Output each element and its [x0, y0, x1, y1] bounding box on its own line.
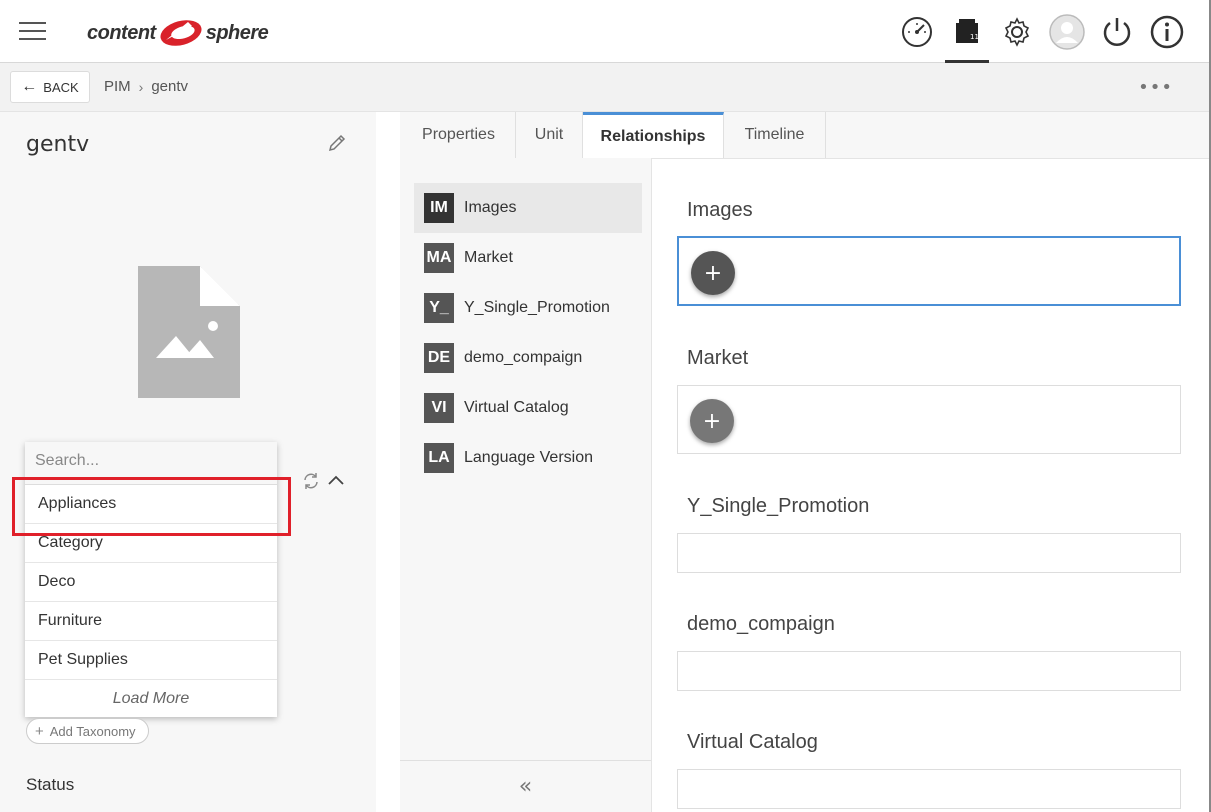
relationship-label: Y_Single_Promotion [464, 299, 610, 316]
top-bar: content sphere 11 [0, 0, 1211, 63]
edit-pencil-icon[interactable] [326, 132, 348, 154]
product-box-badge: 11 [970, 33, 979, 41]
add-taxonomy-label: Add Taxonomy [49, 723, 136, 739]
taxonomy-option-furniture[interactable]: Furniture [25, 602, 277, 641]
tab-timeline[interactable]: Timeline [724, 112, 826, 158]
relationship-item-market[interactable]: MA Market [414, 233, 642, 283]
image-placeholder-icon [138, 266, 240, 398]
arrow-left-icon: ← [21, 78, 38, 95]
settings-gear-icon[interactable] [995, 10, 1039, 54]
images-dropzone[interactable]: + [677, 236, 1181, 306]
tab-unit[interactable]: Unit [516, 112, 583, 158]
relationship-item-language-version[interactable]: LA Language Version [414, 433, 642, 483]
contentsphere-logo[interactable]: content sphere [87, 15, 269, 51]
logo-mark-icon [160, 20, 202, 46]
tab-relationships[interactable]: Relationships [583, 112, 724, 158]
back-button-label: BACK [43, 79, 79, 95]
status-label: Status [26, 775, 75, 794]
taxonomy-option-pet-supplies[interactable]: Pet Supplies [25, 641, 277, 680]
breadcrumb: PIM › gentv [104, 78, 188, 95]
section-title-virtual-catalog: Virtual Catalog [687, 731, 818, 753]
relationship-item-y-single-promotion[interactable]: Y_ Y_Single_Promotion [414, 283, 642, 333]
item-title: gentv [26, 132, 90, 157]
hamburger-menu-icon[interactable] [19, 22, 46, 42]
market-dropzone[interactable]: + [677, 385, 1181, 454]
user-avatar-icon[interactable] [1045, 10, 1089, 54]
relationship-item-virtual-catalog[interactable]: VI Virtual Catalog [414, 383, 642, 433]
taxonomy-option-appliances[interactable]: Appliances [25, 485, 277, 524]
breadcrumb-bar: ← BACK PIM › gentv ••• [0, 63, 1211, 112]
taxonomy-search-box [25, 442, 277, 485]
section-title-demo-compaign: demo_compaign [687, 613, 835, 635]
tab-bar: Properties Unit Relationships Timeline [400, 112, 1211, 158]
taxonomy-search-input[interactable] [35, 452, 265, 470]
add-image-button[interactable]: + [691, 251, 735, 295]
product-box-icon[interactable]: 11 [945, 10, 989, 63]
add-market-button[interactable]: + [690, 399, 734, 443]
collapse-panel-icon[interactable]: « [400, 760, 651, 812]
relationship-label: Virtual Catalog [464, 399, 569, 416]
taxonomy-option-category[interactable]: Category [25, 524, 277, 563]
info-icon[interactable] [1145, 10, 1189, 54]
more-options-icon[interactable]: ••• [1138, 77, 1173, 98]
relationship-badge: Y_ [424, 293, 454, 323]
relationship-label: Market [464, 249, 513, 266]
relationship-content: Images + Market + Y_Single_Promotion dem… [652, 158, 1211, 812]
plus-icon: + [35, 722, 44, 740]
relationship-badge: LA [424, 443, 454, 473]
dashboard-icon[interactable] [895, 10, 939, 54]
logo-text-right: sphere [205, 21, 269, 44]
relationship-badge: IM [424, 193, 454, 223]
power-icon[interactable] [1095, 10, 1139, 54]
relationship-badge: MA [424, 243, 454, 273]
relationship-label: Language Version [464, 449, 593, 466]
section-title-images: Images [687, 199, 753, 221]
top-icon-group: 11 [889, 10, 1189, 63]
relationship-label: Images [464, 199, 517, 216]
refresh-icon[interactable] [302, 472, 320, 490]
relationship-list: IM Images MA Market Y_ Y_Single_Promotio… [400, 158, 652, 812]
relationship-badge: VI [424, 393, 454, 423]
section-title-market: Market [687, 347, 749, 369]
tab-properties[interactable]: Properties [402, 112, 516, 158]
breadcrumb-pim[interactable]: PIM [104, 78, 131, 95]
demo-compaign-field[interactable] [677, 651, 1181, 691]
item-detail-panel: gentv Appliances Category Deco Furniture… [0, 112, 376, 812]
back-button[interactable]: ← BACK [10, 71, 90, 103]
add-taxonomy-button[interactable]: + Add Taxonomy [26, 718, 149, 744]
taxonomy-option-list: Appliances Category Deco Furniture Pet S… [25, 485, 277, 680]
chevron-up-icon[interactable] [327, 472, 345, 490]
taxonomy-option-deco[interactable]: Deco [25, 563, 277, 602]
load-more-button[interactable]: Load More [25, 680, 277, 718]
relationship-item-demo-compaign[interactable]: DE demo_compaign [414, 333, 642, 383]
relationship-label: demo_compaign [464, 349, 583, 366]
virtual-catalog-field[interactable] [677, 769, 1181, 809]
chevron-right-icon: › [138, 78, 144, 95]
logo-text-left: content [87, 21, 156, 44]
section-title-y-single-promotion: Y_Single_Promotion [687, 495, 870, 517]
y-single-promotion-field[interactable] [677, 533, 1181, 573]
relationship-badge: DE [424, 343, 454, 373]
taxonomy-dropdown: Appliances Category Deco Furniture Pet S… [25, 442, 277, 717]
relationship-item-images[interactable]: IM Images [414, 183, 642, 233]
breadcrumb-current: gentv [151, 78, 189, 95]
